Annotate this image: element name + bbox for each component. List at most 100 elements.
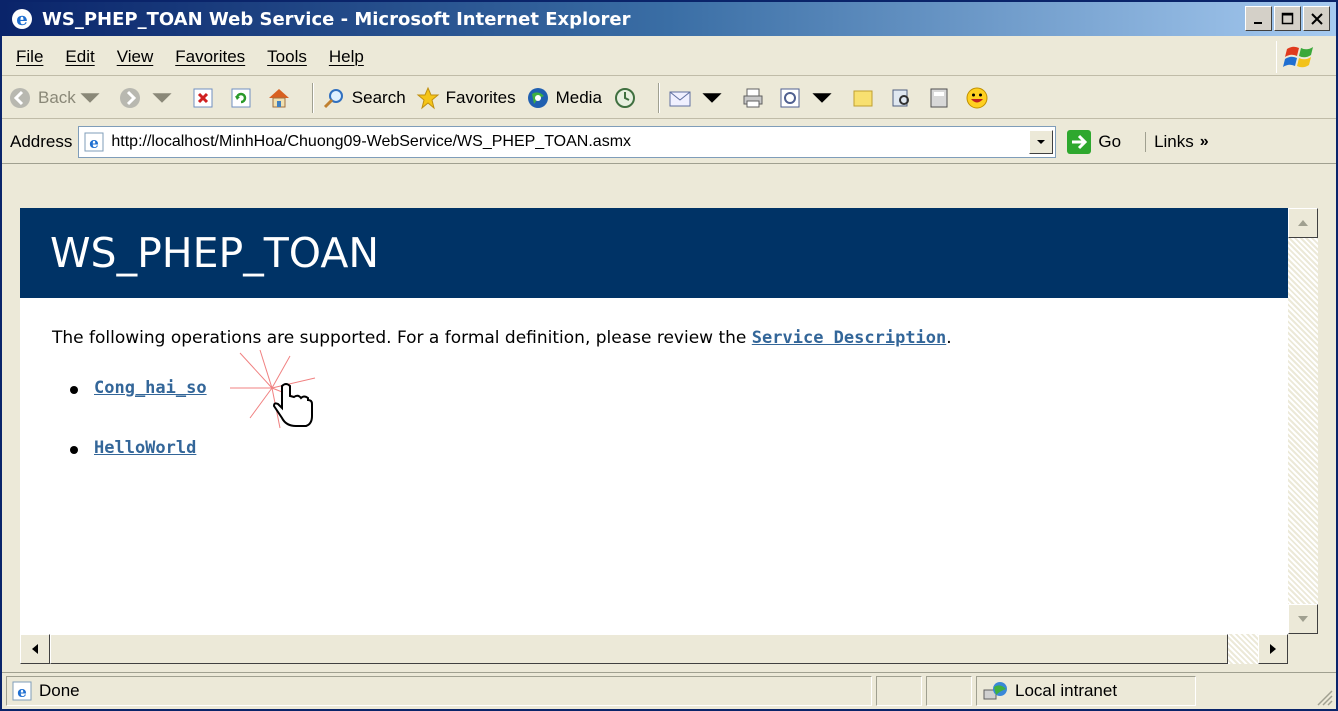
home-button[interactable] bbox=[266, 85, 292, 111]
stop-button[interactable] bbox=[190, 85, 216, 111]
svg-text:e: e bbox=[16, 9, 27, 30]
vertical-scrollbar[interactable] bbox=[1288, 208, 1318, 634]
ie-page-icon: e bbox=[12, 681, 32, 701]
media-label: Media bbox=[555, 87, 602, 107]
edit-button[interactable] bbox=[778, 86, 840, 110]
list-item: HelloWorld bbox=[70, 438, 207, 498]
calculator-icon bbox=[930, 88, 948, 107]
edit-page-icon bbox=[780, 88, 800, 107]
status-message: e Done bbox=[6, 676, 872, 706]
horizontal-scroll-thumb[interactable] bbox=[50, 634, 1228, 664]
chevron-down-icon bbox=[812, 92, 832, 103]
service-description-link[interactable]: Service Description bbox=[752, 328, 946, 348]
smiley-button[interactable] bbox=[964, 85, 990, 111]
operation-link-helloworld[interactable]: HelloWorld bbox=[94, 438, 196, 458]
smiley-icon bbox=[966, 87, 988, 108]
security-zone: Local intranet bbox=[976, 676, 1196, 706]
address-label: Address bbox=[10, 131, 73, 151]
status-pane bbox=[876, 676, 922, 706]
go-label: Go bbox=[1098, 131, 1122, 151]
media-button[interactable]: Media bbox=[526, 86, 602, 110]
address-url: http://localhost/MinhHoa/Chuong09-WebSer… bbox=[111, 132, 632, 150]
minimize-icon bbox=[1253, 21, 1262, 24]
search-label: Search bbox=[351, 87, 406, 107]
address-dropdown-button[interactable] bbox=[1029, 129, 1054, 154]
favorites-label: Favorites bbox=[445, 87, 516, 107]
horizontal-scrollbar[interactable] bbox=[20, 634, 1288, 664]
chevron-down-icon bbox=[1037, 139, 1046, 144]
address-input[interactable]: e http://localhost/MinhHoa/Chuong09-WebS… bbox=[78, 125, 1057, 158]
arrow-down-icon bbox=[1298, 616, 1308, 622]
operation-link-cong-hai-so[interactable]: Cong_hai_so bbox=[94, 378, 207, 398]
discuss-button[interactable] bbox=[850, 85, 876, 111]
status-bar: e Done Local intranet bbox=[2, 672, 1336, 709]
links-toolbar[interactable]: Links » bbox=[1145, 131, 1209, 152]
mail-button[interactable] bbox=[668, 86, 730, 110]
close-icon bbox=[1310, 12, 1323, 25]
scroll-right-button[interactable] bbox=[1258, 634, 1288, 664]
print-button[interactable] bbox=[740, 85, 766, 111]
scroll-left-button[interactable] bbox=[20, 634, 50, 664]
scroll-corner bbox=[1288, 634, 1318, 664]
favorites-button[interactable]: Favorites bbox=[416, 86, 516, 110]
hand-cursor-icon bbox=[230, 349, 316, 429]
menu-edit[interactable]: Edit bbox=[65, 47, 94, 67]
search-icon bbox=[323, 88, 343, 108]
scroll-down-button[interactable] bbox=[1288, 604, 1318, 634]
history-icon bbox=[614, 87, 635, 108]
window-title: WS_PHEP_TOAN Web Service - Microsoft Int… bbox=[42, 8, 631, 30]
research-icon bbox=[892, 89, 909, 106]
svg-text:e: e bbox=[17, 683, 27, 701]
windows-flag-icon bbox=[1276, 41, 1322, 73]
menu-view[interactable]: View bbox=[117, 47, 154, 67]
list-item: Cong_hai_so bbox=[70, 378, 207, 438]
close-button[interactable] bbox=[1303, 6, 1330, 31]
ie-logo-icon: e bbox=[12, 9, 32, 30]
title-bar[interactable]: e WS_PHEP_TOAN Web Service - Microsoft I… bbox=[2, 2, 1336, 36]
status-pane bbox=[926, 676, 972, 706]
page-content: WS_PHEP_TOAN The following operations ar… bbox=[20, 208, 1288, 634]
back-label: Back bbox=[38, 87, 76, 107]
forward-button[interactable] bbox=[118, 86, 180, 110]
operations-list: Cong_hai_so HelloWorld bbox=[70, 378, 207, 498]
intranet-globe-icon bbox=[983, 682, 1007, 700]
intro-paragraph: The following operations are supported. … bbox=[52, 328, 952, 348]
minimize-button[interactable] bbox=[1245, 6, 1272, 31]
mail-icon bbox=[669, 91, 691, 106]
maximize-icon bbox=[1281, 12, 1293, 24]
chevron-right-icon: » bbox=[1199, 132, 1209, 150]
toolbar-separator bbox=[657, 82, 660, 113]
maximize-button[interactable] bbox=[1274, 6, 1301, 31]
go-button[interactable]: Go bbox=[1066, 129, 1121, 155]
messenger-button[interactable] bbox=[926, 85, 952, 111]
folder-note-icon bbox=[853, 90, 873, 106]
back-arrow-icon bbox=[10, 87, 30, 108]
chevron-down-icon bbox=[702, 92, 722, 103]
intro-end: . bbox=[946, 328, 952, 348]
status-text: Done bbox=[39, 681, 80, 700]
menu-help[interactable]: Help bbox=[329, 47, 364, 67]
refresh-button[interactable] bbox=[228, 85, 254, 111]
standard-toolbar: Back Search Favorites Media bbox=[2, 77, 1336, 119]
menu-bar: File Edit View Favorites Tools Help bbox=[2, 38, 1336, 76]
search-button[interactable]: Search bbox=[322, 86, 406, 110]
menu-file[interactable]: File bbox=[16, 47, 43, 67]
address-bar: Address e http://localhost/MinhHoa/Chuon… bbox=[2, 120, 1336, 164]
go-arrow-icon bbox=[1067, 129, 1092, 154]
page-title: WS_PHEP_TOAN bbox=[20, 208, 1288, 298]
chevron-down-icon bbox=[80, 92, 100, 103]
media-icon bbox=[527, 87, 548, 108]
menu-tools[interactable]: Tools bbox=[267, 47, 307, 67]
arrow-up-icon bbox=[1298, 220, 1308, 226]
caption-buttons bbox=[1245, 6, 1330, 31]
browser-window: e WS_PHEP_TOAN Web Service - Microsoft I… bbox=[0, 0, 1338, 711]
toolbar-separator bbox=[311, 82, 314, 113]
svg-text:e: e bbox=[90, 134, 100, 152]
research-button[interactable] bbox=[888, 85, 914, 111]
menu-favorites[interactable]: Favorites bbox=[175, 47, 245, 67]
star-icon bbox=[416, 86, 440, 109]
back-button[interactable]: Back bbox=[8, 86, 108, 110]
history-button[interactable] bbox=[612, 85, 638, 111]
resize-grip-icon[interactable] bbox=[1314, 687, 1334, 707]
scroll-up-button[interactable] bbox=[1288, 208, 1318, 238]
